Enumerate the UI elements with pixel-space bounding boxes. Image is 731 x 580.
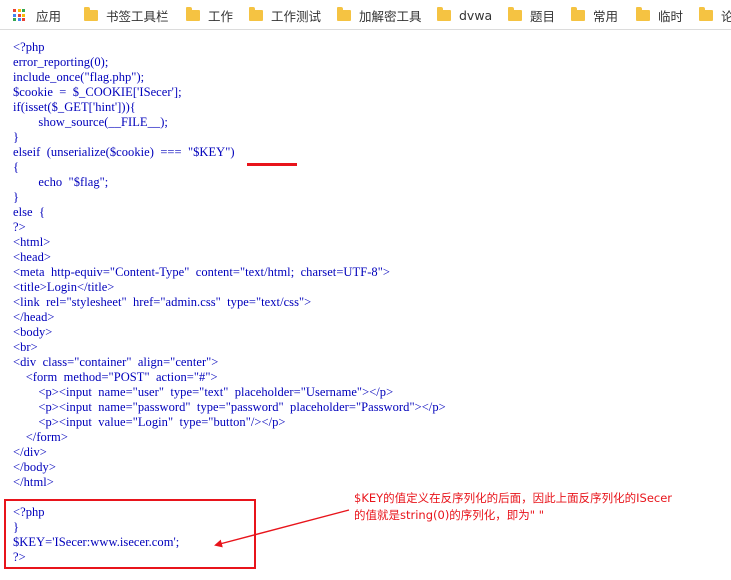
bookmark-label: 加解密工具 xyxy=(359,8,422,24)
code-line: <p><input name="password" type="password… xyxy=(13,400,446,414)
code-line: <meta http-equiv="Content-Type" content=… xyxy=(13,265,390,279)
bookmark-label: 论 xyxy=(721,6,731,25)
bookmark-folder[interactable]: 临时 xyxy=(636,5,683,25)
code-line: <body> xyxy=(13,325,53,339)
code-line: <?php xyxy=(13,40,45,54)
code-line: <title>Login</title> xyxy=(13,280,115,294)
bookmark-label: 书签工具栏 xyxy=(106,8,169,24)
code-line: ?> xyxy=(13,220,26,234)
bookmark-label: 临时 xyxy=(658,8,684,24)
code-line: </html> xyxy=(13,475,54,489)
annotation-line: 的值就是string(0)的序列化，即为" " xyxy=(354,508,545,522)
key-underline-annotation xyxy=(247,163,297,166)
code-line: } xyxy=(13,190,20,204)
bookmark-label: 工作测试 xyxy=(271,8,322,24)
code-line: elseif (unserialize($cookie) === "$KEY") xyxy=(13,145,235,159)
code-line: </form> xyxy=(13,430,68,444)
bookmark-folder[interactable]: 书签工具栏 xyxy=(84,5,169,25)
bookmark-label: 常用 xyxy=(593,8,619,24)
bookmark-folder[interactable]: 论 xyxy=(699,5,731,25)
code-line: { xyxy=(13,160,20,174)
code-line: error_reporting(0); xyxy=(13,55,109,69)
code-line: <p><input name="user" type="text" placeh… xyxy=(13,385,394,399)
folder-icon xyxy=(84,6,98,21)
folder-icon xyxy=(337,6,351,21)
bookmark-folder[interactable]: 常用 xyxy=(571,5,618,25)
folder-icon xyxy=(636,6,650,21)
code-line: show_source(__FILE__); xyxy=(13,115,168,129)
annotation-note: $KEY的值定义在反序列化的后面，因此上面反序列化的ISecer 的值就是str… xyxy=(354,490,714,524)
bookmark-apps[interactable]: 应用 xyxy=(13,5,61,25)
code-line: } xyxy=(13,130,20,144)
code-line: <form method="POST" action="#"> xyxy=(13,370,218,384)
code-line: <html> xyxy=(13,235,51,249)
bookmark-label: 题目 xyxy=(530,8,556,24)
code-line: include_once("flag.php"); xyxy=(13,70,145,84)
code-line: echo "$flag"; xyxy=(13,175,109,189)
code-line: else { xyxy=(13,205,46,219)
code-line: </body> xyxy=(13,460,56,474)
bookmark-folder[interactable]: 加解密工具 xyxy=(337,5,422,25)
code-line: <p><input value="Login" type="button"/><… xyxy=(13,415,286,429)
bookmark-folder[interactable]: 工作 xyxy=(186,5,233,25)
code-line: <link rel="stylesheet" href="admin.css" … xyxy=(13,295,312,309)
folder-icon xyxy=(186,6,200,21)
folder-icon xyxy=(249,6,263,21)
annotation-line: $KEY的值定义在反序列化的后面，因此上面反序列化的ISecer xyxy=(354,491,673,505)
code-line: if(isset($_GET['hint'])){ xyxy=(13,100,136,114)
apps-grid-icon xyxy=(13,9,25,21)
bookmark-folder[interactable]: 工作测试 xyxy=(249,5,321,25)
bookmark-folder[interactable]: dvwa xyxy=(437,5,492,25)
bookmarks-bar: 应用 书签工具栏 工作 工作测试 加解密工具 dvwa 题目 常用 临时 论 xyxy=(0,0,731,30)
bookmark-label: 工作 xyxy=(208,8,234,24)
bookmark-label: dvwa xyxy=(459,7,493,23)
code-line: </div> xyxy=(13,445,47,459)
folder-icon xyxy=(571,6,585,21)
folder-icon xyxy=(699,6,713,21)
code-line: <br> xyxy=(13,340,38,354)
code-line: <div class="container" align="center"> xyxy=(13,355,219,369)
bookmark-label: 应用 xyxy=(36,8,62,24)
code-line: $cookie = $_COOKIE['ISecer']; xyxy=(13,85,182,99)
key-definition-highlight-box xyxy=(4,499,256,569)
folder-icon xyxy=(508,6,522,21)
folder-icon xyxy=(437,6,451,21)
bookmark-folder[interactable]: 题目 xyxy=(508,5,555,25)
code-line: </head> xyxy=(13,310,55,324)
code-line: <head> xyxy=(13,250,51,264)
